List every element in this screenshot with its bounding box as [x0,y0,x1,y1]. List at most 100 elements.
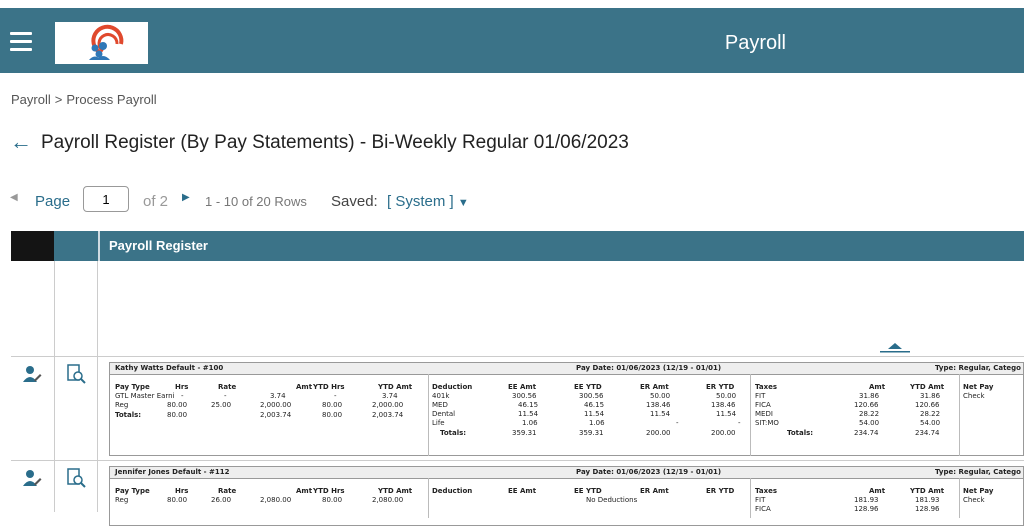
tax-cell: 181.93 [915,496,940,504]
earn-header: YTD Hrs [313,383,345,391]
pay-date: Pay Date: 01/06/2023 (12/19 - 01/01) [576,468,722,476]
ded-cell: 359.31 [512,429,537,437]
chevron-down-icon: ▼ [457,197,469,209]
company-logo[interactable] [55,22,148,64]
next-page-icon[interactable]: ▶ [182,192,190,203]
ded-cell: 1.06 [522,419,538,427]
ded-cell: MED [432,401,448,409]
earn-header: Amt [296,383,313,391]
ded-cell: Dental [432,410,456,418]
expand-caret-icon[interactable] [878,340,912,358]
tax-cell: 181.93 [854,496,879,504]
tax-header: Amt [869,487,886,495]
earn-cell: 80.00 [167,496,188,504]
page-title: Payroll Register (By Pay Statements) - B… [41,132,629,153]
ded-header: EE YTD [574,383,602,391]
tax-cell: 31.86 [920,392,941,400]
net-pay-method: Check [963,496,985,504]
earn-cell: 3.74 [382,392,398,400]
ded-cell: 11.54 [518,410,539,418]
earn-header: YTD Amt [378,487,413,495]
app-header: Payroll [0,8,1024,73]
earn-cell: GTL Master Earni [115,392,175,400]
saved-view-dropdown[interactable]: [ System ] ▼ [387,193,469,210]
document-search-icon[interactable] [66,364,86,389]
tax-cell: MEDI [755,410,773,418]
grid-header-divider [98,231,100,261]
hamburger-menu-icon[interactable] [10,32,32,52]
no-deductions-text: No Deductions [586,496,638,504]
statement-header: Kathy Watts Default - #100 Pay Date: 01/… [110,363,1023,375]
ded-cell: 401k [432,392,450,400]
user-edit-icon[interactable] [22,469,42,492]
ded-header: Deduction [432,383,473,391]
earn-header: Hrs [175,383,189,391]
page-number-input[interactable] [83,186,129,212]
pay-type: Type: Regular, Catego [934,468,1021,476]
ded-header: EE YTD [574,487,602,495]
breadcrumb: Payroll > Process Payroll [11,92,161,107]
grid-row-divider [11,356,1024,357]
earn-cell: - [224,392,227,400]
employee-name: Jennifer Jones Default - #112 [115,468,230,476]
grid-row-divider [11,460,1024,461]
earn-cell: 80.00 [167,401,188,409]
net-pay-header: Net Pay [963,487,994,495]
tax-cell: FIT [755,496,766,504]
breadcrumb-payroll[interactable]: Payroll [11,92,51,107]
earn-cell: - [181,392,184,400]
grid-column-title[interactable]: Payroll Register [109,238,208,253]
ded-cell: - [676,419,679,427]
ded-cell: 50.00 [650,392,671,400]
ded-cell: Life [432,419,445,427]
user-edit-icon[interactable] [22,365,42,388]
ded-cell: 1.06 [589,419,605,427]
tax-cell: SIT:MO [755,419,779,427]
earn-header: Rate [218,487,237,495]
breadcrumb-separator: > [54,92,63,107]
ded-cell: 300.56 [579,392,604,400]
earn-cell: 80.00 [322,401,343,409]
tax-cell: 54.00 [920,419,941,427]
earn-cell: 80.00 [322,496,343,504]
tax-cell: 234.74 [915,429,940,437]
tax-header: Taxes [755,487,778,495]
earn-cell: 2,000.00 [260,401,292,409]
tax-header: Taxes [755,383,778,391]
earn-cell: 2,003.74 [260,411,292,419]
earn-cell: 25.00 [211,401,232,409]
statement-header: Jennifer Jones Default - #112 Pay Date: … [110,467,1023,479]
earn-cell: Reg [115,401,129,409]
tax-cell: 28.22 [859,410,880,418]
ded-header: ER YTD [706,383,735,391]
earn-cell: 2,080.00 [260,496,292,504]
tax-cell: 28.22 [920,410,941,418]
back-arrow-icon[interactable]: ← [10,131,32,153]
tax-cell: FIT [755,392,766,400]
ded-cell: 300.56 [512,392,537,400]
earn-header: Hrs [175,487,189,495]
grid-divider [97,261,98,512]
previous-page-icon[interactable]: ◀ [10,192,18,203]
ded-total-label: Totals: [440,429,467,437]
tax-cell: 31.86 [859,392,880,400]
tax-header: YTD Amt [910,487,945,495]
column-divider [959,478,960,518]
earn-cell: 26.00 [211,496,232,504]
ded-header: EE Amt [508,487,537,495]
page-label: Page [35,193,71,210]
earn-header: Amt [296,487,313,495]
pay-statement: Kathy Watts Default - #100 Pay Date: 01/… [109,362,1024,456]
rows-range: 1 - 10 of 20 Rows [205,194,307,209]
tax-header: Amt [869,383,886,391]
earn-cell: 2,003.74 [372,411,404,419]
earn-total-label: Totals: [115,411,142,419]
tax-cell: 120.66 [915,401,940,409]
page-count: of 2 [143,193,169,210]
document-search-icon[interactable] [66,468,86,493]
tax-cell: FICA [755,401,771,409]
ded-cell: 50.00 [716,392,737,400]
earn-header: Pay Type [115,487,150,495]
grid-header-select-cell [11,231,54,261]
app-title: Payroll [724,32,786,54]
